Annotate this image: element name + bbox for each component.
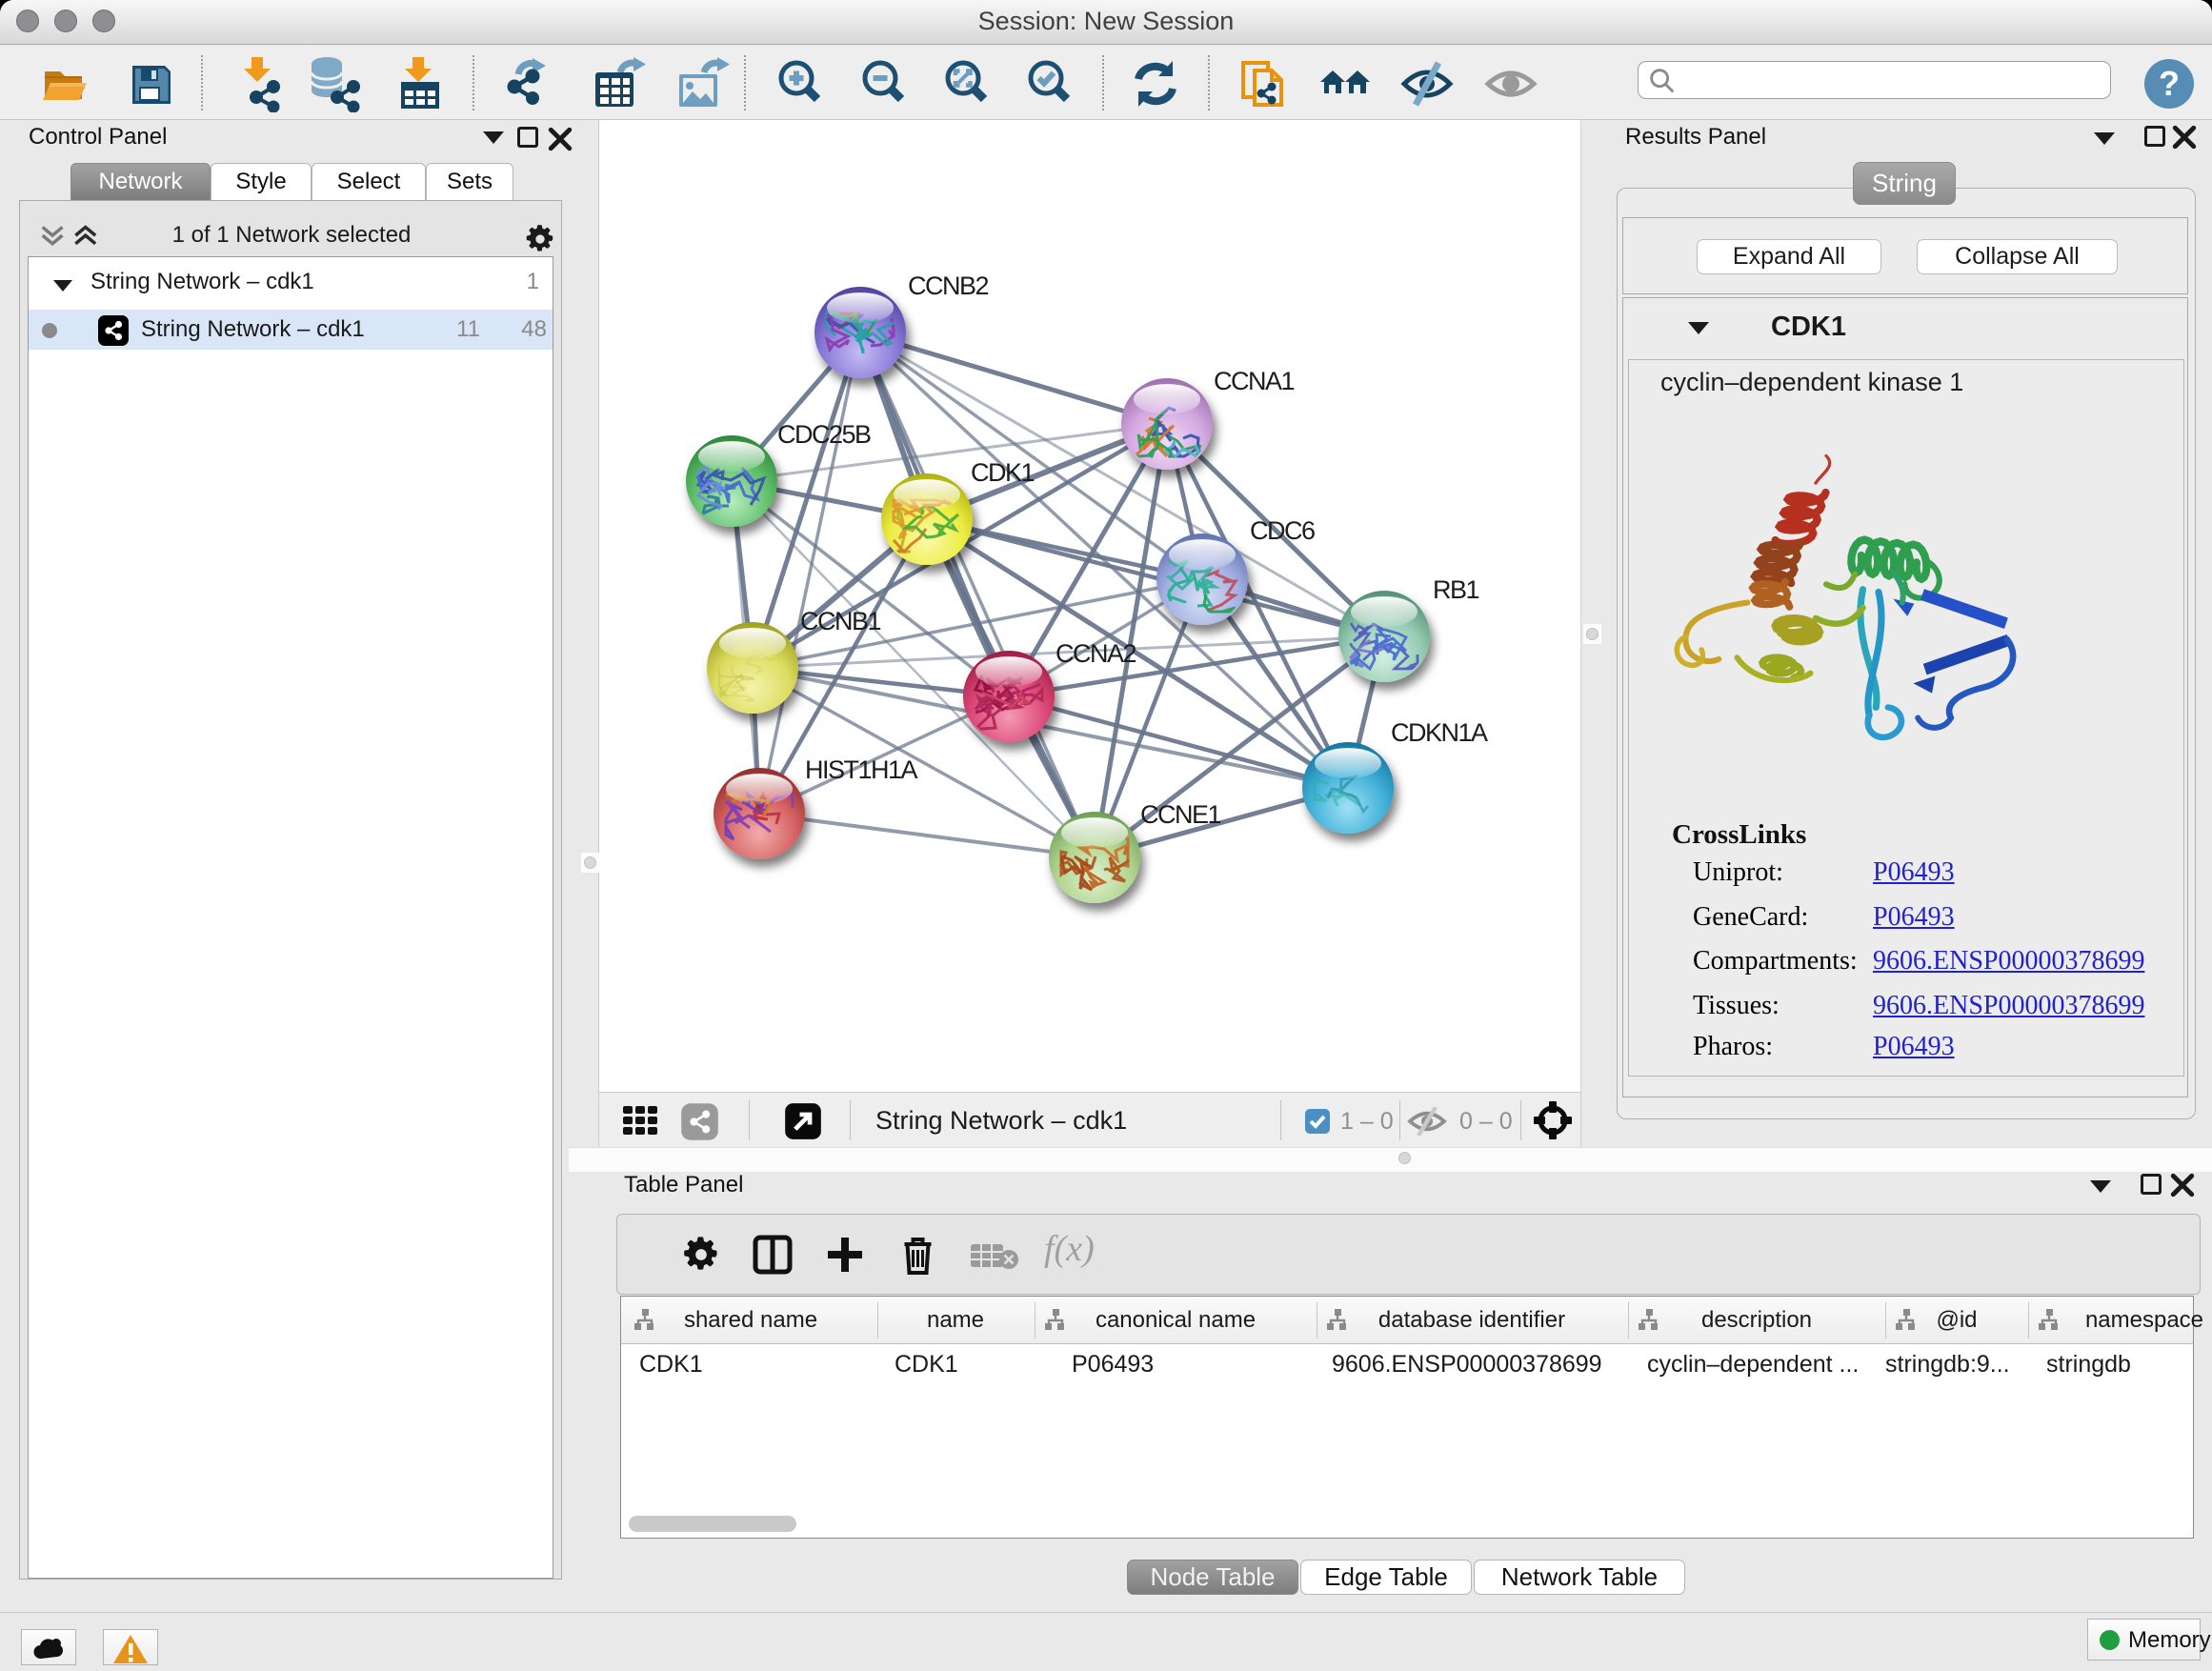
svg-text:HIST1H1A: HIST1H1A bbox=[805, 755, 918, 784]
svg-text:CCNE1: CCNE1 bbox=[1140, 800, 1221, 829]
svg-text:CDC25B: CDC25B bbox=[777, 420, 871, 449]
svg-text:CCNA2: CCNA2 bbox=[1056, 639, 1136, 668]
svg-text:CCNB2: CCNB2 bbox=[908, 272, 989, 300]
svg-text:CDC6: CDC6 bbox=[1250, 516, 1315, 545]
svg-text:CDK1: CDK1 bbox=[971, 458, 1035, 487]
svg-text:CDKN1A: CDKN1A bbox=[1391, 718, 1488, 747]
svg-text:?: ? bbox=[2159, 64, 2180, 103]
svg-text:CCNA1: CCNA1 bbox=[1214, 367, 1295, 395]
svg-text:RB1: RB1 bbox=[1433, 575, 1479, 604]
svg-text:CCNB1: CCNB1 bbox=[800, 607, 881, 635]
